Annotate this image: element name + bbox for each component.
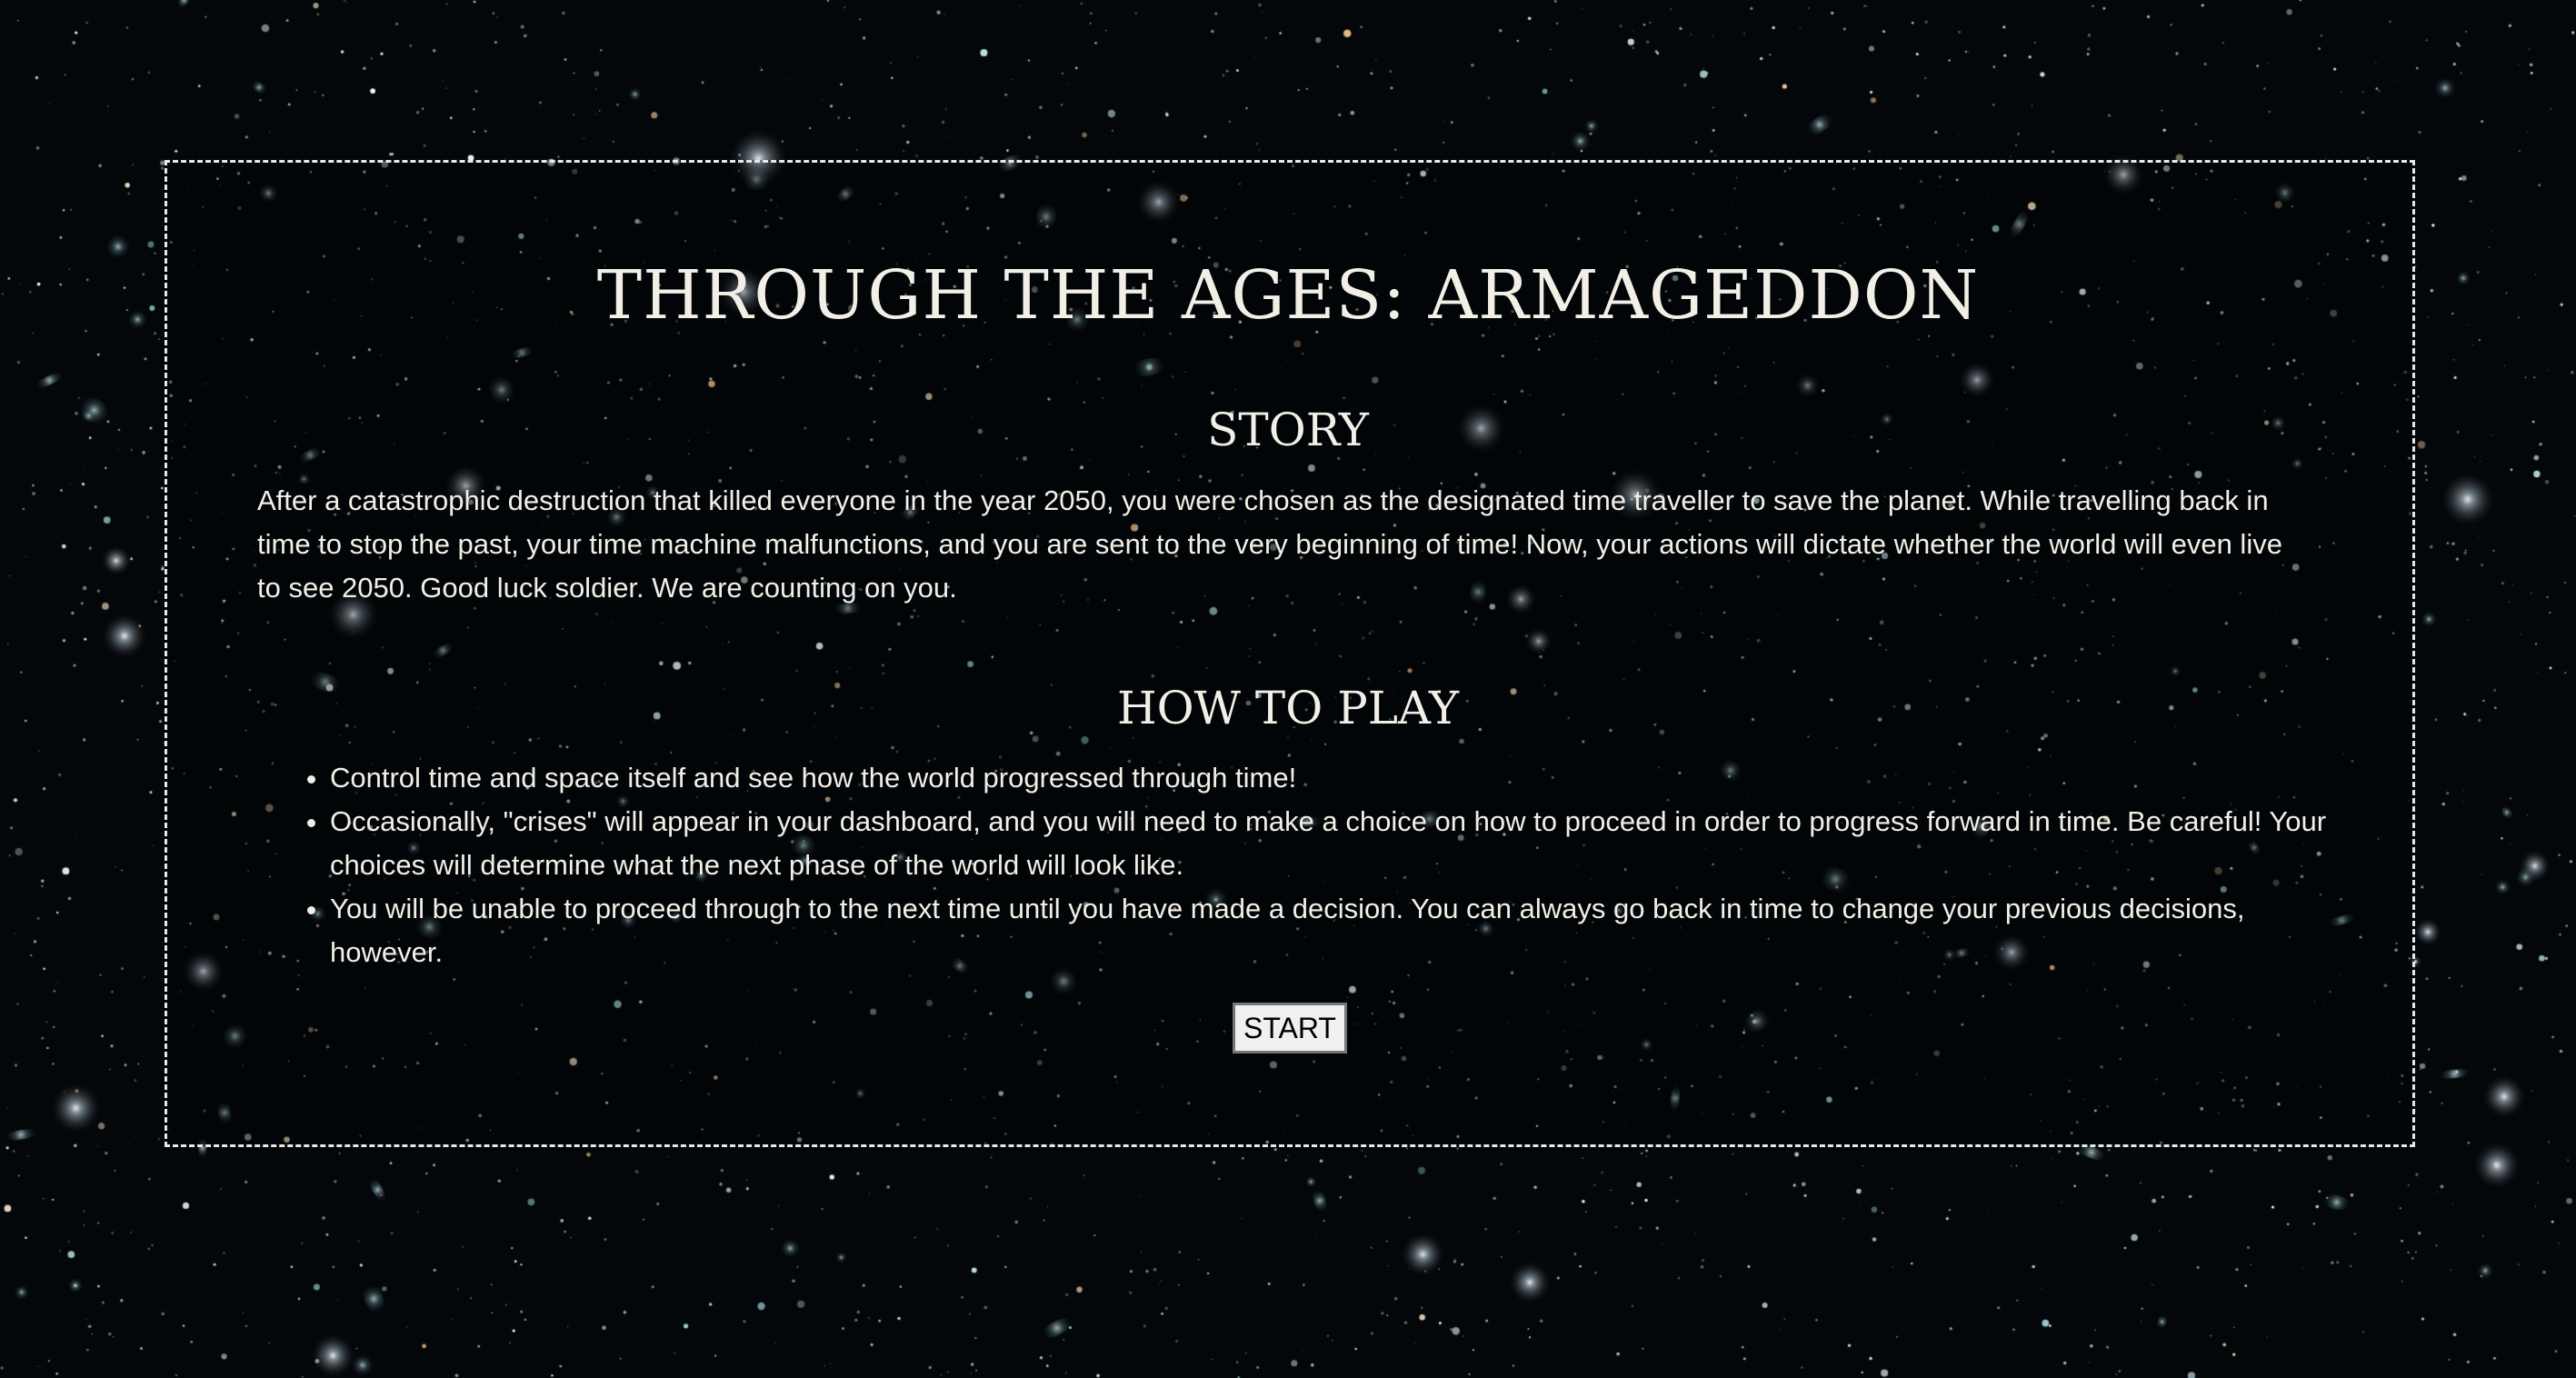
how-to-play-heading: HOW TO PLAY: [1116, 682, 1460, 734]
list-item: Occasionally, "crises" will appear in yo…: [330, 800, 2330, 887]
list-item: Control time and space itself and see ho…: [330, 756, 2330, 800]
story-text: After a catastrophic destruction that ki…: [257, 484, 2282, 604]
page-title: THROUGH THE AGES: ARMAGEDDON: [596, 256, 1980, 335]
list-item: You will be unable to proceed through to…: [330, 887, 2330, 974]
start-button[interactable]: START: [1233, 1003, 1347, 1053]
how-to-play-list: Control time and space itself and see ho…: [257, 756, 2330, 974]
story-heading: STORY: [1207, 404, 1369, 456]
